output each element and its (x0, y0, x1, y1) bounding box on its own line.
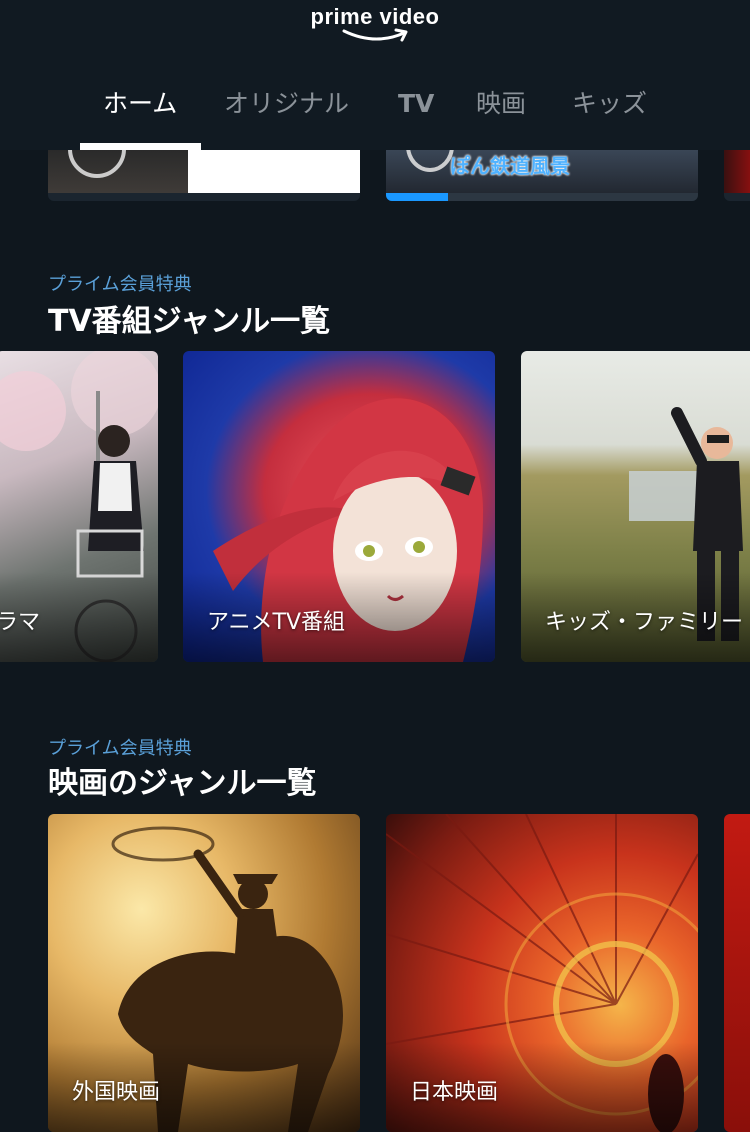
tab-originals[interactable]: オリジナル (224, 84, 349, 128)
prime-video-home: prime video ホーム オリジナル TV 映画 キッズ ぽん鉄道風景 プ… (0, 0, 750, 1132)
tab-tv[interactable]: TV (398, 84, 434, 128)
genre-card-label: ラマ (0, 610, 41, 635)
section-kicker: プライム会員特典 (48, 274, 192, 295)
genre-card-drama[interactable]: ラマ (0, 351, 158, 662)
active-tab-indicator (80, 143, 201, 150)
section-title[interactable]: TV番組ジャンル一覧 (48, 296, 330, 340)
card-thumbnail (724, 150, 750, 193)
watch-progress-bar (386, 193, 698, 201)
smile-arrow-icon (342, 28, 408, 42)
genre-card-partial[interactable] (724, 814, 750, 1132)
watch-progress-fill (386, 193, 448, 201)
top-header: prime video ホーム オリジナル TV 映画 キッズ (0, 0, 750, 150)
continue-watching-card[interactable] (48, 150, 360, 201)
genre-card-kids-family[interactable]: キッズ・ファミリー (521, 351, 750, 662)
prime-video-logo[interactable]: prime video (0, 4, 750, 44)
tab-home[interactable]: ホーム (103, 84, 177, 128)
section-title[interactable]: 映画のジャンル一覧 (48, 758, 317, 802)
section-kicker: プライム会員特典 (48, 738, 192, 759)
card-thumbnail-white (188, 150, 360, 193)
genre-card-anime[interactable]: アニメTV番組 (183, 351, 495, 662)
genre-card-label: キッズ・ファミリー (545, 610, 744, 635)
continue-watching-card[interactable]: ぽん鉄道風景 (386, 150, 698, 201)
genre-card-label: アニメTV番組 (207, 610, 346, 635)
continue-watching-card[interactable] (724, 150, 750, 201)
genre-card-foreign-movies[interactable]: 外国映画 (48, 814, 360, 1132)
card-title-art: ぽん鉄道風景 (450, 154, 570, 178)
genre-card-label: 外国映画 (72, 1080, 161, 1105)
logo-wordmark: prime video (310, 4, 440, 29)
tab-movies[interactable]: 映画 (476, 84, 526, 128)
tab-kids[interactable]: キッズ (572, 84, 647, 128)
category-nav: ホーム オリジナル TV 映画 キッズ (0, 84, 750, 150)
genre-card-japanese-movies[interactable]: 日本映画 (386, 814, 698, 1132)
genre-card-label: 日本映画 (410, 1080, 499, 1105)
